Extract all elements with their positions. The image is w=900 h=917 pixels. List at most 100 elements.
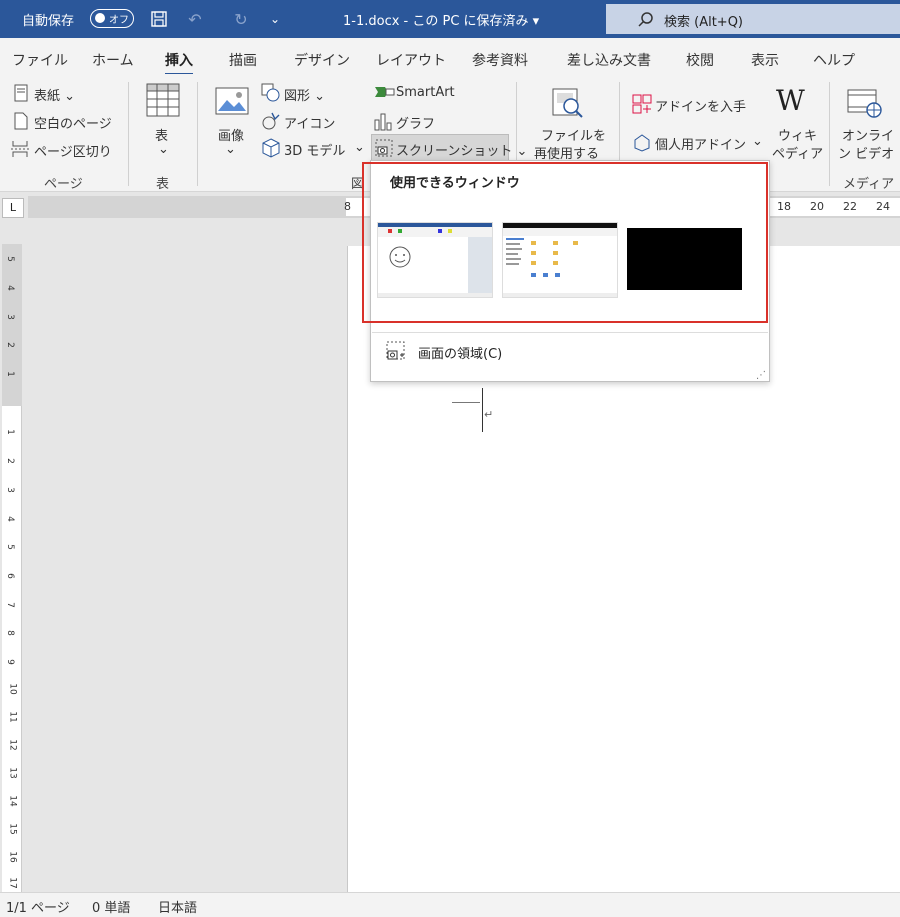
customize-qat-icon[interactable]: ⌄ (264, 8, 286, 30)
screen-clipping-icon (386, 341, 406, 361)
blank-page-icon (12, 112, 30, 130)
ruler-number: 1 (4, 371, 15, 377)
window-thumbnail-paint[interactable] (377, 222, 493, 298)
ruler-number: 13 (7, 767, 18, 779)
my-addins-button[interactable]: 個人用アドイン (655, 134, 746, 153)
online-video-line1[interactable]: オンライ (842, 125, 894, 144)
ruler-number: 17 (7, 877, 18, 889)
ribbon-tabs: ファイル ホーム 挿入 描画 デザイン レイアウト 参考資料 差し込み文書 校閲… (0, 38, 900, 76)
tab-view[interactable]: 表示 (751, 50, 779, 70)
word-count[interactable]: 0 単語 (92, 897, 130, 916)
ruler-number: 22 (843, 200, 857, 213)
reuse-files-icon (550, 86, 586, 120)
ruler-number: 20 (810, 200, 824, 213)
wikipedia-line2[interactable]: ペディア (772, 143, 823, 162)
tab-draw[interactable]: 描画 (229, 50, 257, 70)
tab-review[interactable]: 校閲 (686, 50, 714, 70)
chart-button[interactable]: グラフ (396, 113, 435, 132)
shapes-button[interactable]: 図形 ⌄ (284, 85, 325, 104)
ruler-number: 2 (4, 342, 15, 348)
window-thumbnail-explorer[interactable] (502, 222, 618, 298)
blank-page-button[interactable]: 空白のページ (34, 113, 112, 132)
group-separator (829, 82, 830, 186)
get-addins-button[interactable]: アドインを入手 (655, 96, 746, 115)
toggle-knob (95, 13, 105, 23)
group-separator (128, 82, 129, 186)
ruler-number: 14 (7, 795, 18, 807)
autosave-toggle[interactable]: オフ (90, 9, 134, 28)
ruler-number: 15 (7, 823, 18, 835)
3d-models-button[interactable]: 3D モデル (284, 140, 345, 159)
table-icon (145, 82, 181, 118)
ruler-number: 12 (7, 739, 18, 751)
screenshot-label: スクリーンショット ⌄ (396, 144, 528, 159)
screenshot-icon (375, 139, 393, 157)
tab-help[interactable]: ヘルプ (813, 50, 855, 70)
text-cursor (482, 388, 483, 432)
tab-selector[interactable]: L (2, 198, 24, 218)
tab-file[interactable]: ファイル (12, 50, 68, 70)
ruler-number: 11 (7, 711, 18, 723)
vertical-ruler[interactable]: 5 4 3 2 1 1 2 3 4 5 6 7 8 9 10 11 12 13 … (2, 244, 22, 892)
paragraph-mark: ↵ (484, 408, 494, 421)
ruler-number: 7 (4, 602, 15, 608)
tab-insert[interactable]: 挿入 (165, 50, 193, 76)
autosave-label: 自動保存 (22, 14, 75, 29)
ruler-number: 4 (4, 285, 15, 291)
status-bar: 1/1 ページ 0 単語 日本語 (0, 892, 900, 917)
tab-layout[interactable]: レイアウト (376, 50, 446, 70)
screen-clipping-item[interactable]: 画面の領域(C) (418, 343, 502, 362)
page-count[interactable]: 1/1 ページ (6, 897, 70, 916)
language-indicator[interactable]: 日本語 (158, 897, 197, 916)
resize-grip-icon[interactable]: ⋰ (756, 370, 766, 381)
chart-icon (373, 111, 393, 131)
page-break-icon (10, 140, 30, 158)
document-title[interactable]: 1-1.docx - この PC に保存済み ▾ (343, 10, 539, 29)
ruler-number: 10 (7, 683, 18, 695)
ruler-number: 5 (4, 256, 15, 262)
picture-caret[interactable]: ⌄ (225, 142, 236, 157)
page-break-button[interactable]: ページ区切り (34, 141, 112, 160)
cover-page-button[interactable]: 表紙 ⌄ (34, 85, 75, 104)
table-caret[interactable]: ⌄ (158, 142, 169, 157)
window-thumbnail-black[interactable] (627, 222, 743, 298)
group-label-table: 表 (156, 177, 170, 192)
wikipedia-line1[interactable]: ウィキ (778, 125, 817, 144)
ruler-number: 8 (4, 630, 15, 636)
redo-icon[interactable]: ↻ (230, 8, 252, 30)
margin-corner-mark (452, 402, 480, 403)
save-icon[interactable] (148, 8, 170, 30)
ruler-number: 18 (777, 200, 791, 213)
icons-button[interactable]: アイコン (284, 113, 335, 132)
ruler-number: 1 (4, 429, 15, 435)
wikipedia-icon: W (776, 84, 805, 117)
ruler-number: 2 (4, 458, 15, 464)
smartart-icon (373, 83, 395, 101)
tab-mailings[interactable]: 差し込み文書 (567, 50, 651, 70)
my-addins-icon (632, 132, 652, 152)
search-box[interactable]: 検索 (Alt+Q) (606, 4, 900, 34)
undo-icon[interactable]: ↶ (184, 8, 206, 30)
tab-home[interactable]: ホーム (92, 50, 134, 70)
3d-models-caret[interactable]: ⌄ (354, 140, 365, 155)
cover-page-icon (12, 84, 30, 102)
ruler-number: 24 (876, 200, 890, 213)
smartart-button[interactable]: SmartArt (396, 85, 455, 100)
shapes-icon (261, 83, 281, 103)
group-separator (197, 82, 198, 186)
tab-design[interactable]: デザイン (294, 50, 350, 70)
ruler-number: 16 (7, 851, 18, 863)
tab-references[interactable]: 参考資料 (472, 50, 528, 70)
search-text: 検索 (Alt+Q) (664, 15, 744, 30)
online-video-icon (846, 86, 884, 120)
ruler-number: 8 (344, 200, 351, 213)
group-label-pages: ページ (44, 177, 83, 192)
ruler-number: 3 (4, 314, 15, 320)
picture-icon (214, 86, 250, 116)
search-icon (638, 12, 653, 27)
reuse-files-line1[interactable]: ファイルを (541, 125, 606, 144)
ruler-number: 4 (4, 516, 15, 522)
available-windows-title: 使用できるウィンドウ (390, 176, 520, 191)
online-video-line2[interactable]: ン ビデオ (838, 143, 894, 162)
my-addins-caret[interactable]: ⌄ (752, 134, 763, 149)
